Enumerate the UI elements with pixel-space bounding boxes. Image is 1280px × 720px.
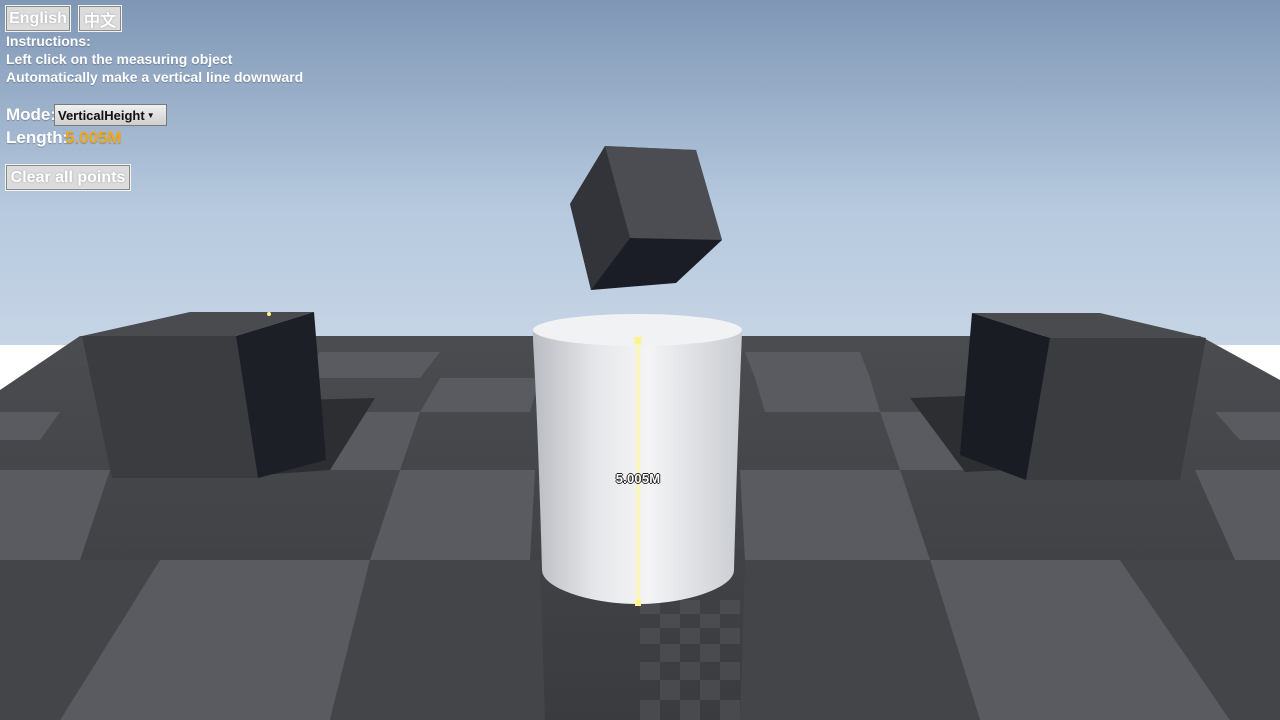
measurement-label: 5.005M	[615, 471, 661, 486]
chevron-down-icon: ▼	[146, 110, 155, 120]
chinese-language-button[interactable]: 中文	[78, 5, 122, 32]
3d-viewport[interactable]	[0, 0, 1280, 720]
clear-all-points-button[interactable]: Clear all points	[5, 164, 131, 191]
right-cube[interactable]	[960, 313, 1206, 480]
mode-selected-value: VerticalHeight	[58, 107, 145, 123]
mode-dropdown[interactable]: VerticalHeight ▼	[54, 104, 167, 126]
left-cube[interactable]	[82, 312, 326, 478]
english-language-button[interactable]: English	[5, 5, 71, 32]
